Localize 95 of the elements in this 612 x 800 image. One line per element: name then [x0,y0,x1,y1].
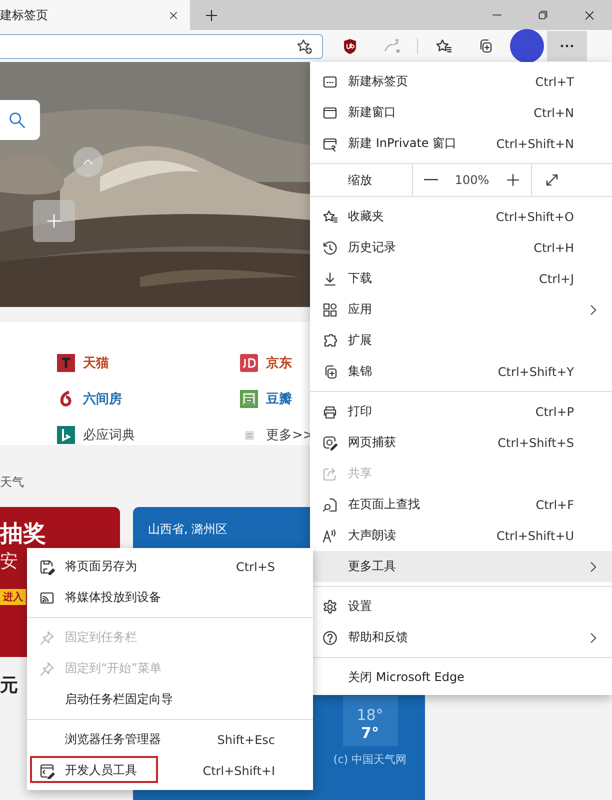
scroll-up-button[interactable] [73,147,103,177]
logo-icon [57,354,75,372]
fullscreen-icon [544,172,560,188]
menu-item[interactable]: 帮助和反馈 [310,622,612,653]
shortcut-label: Ctrl+J [539,272,574,286]
menu-item[interactable]: 集锦 Ctrl+Shift+Y [310,356,612,387]
weather-location: 山西省, 潞州区 [148,521,228,538]
promo-badge: 进入 [0,589,26,605]
search-button[interactable] [0,100,40,140]
shortcut-label: Ctrl+Shift+O [496,210,574,224]
puzzle-icon [322,332,338,348]
shortcut-label: Ctrl+S [236,560,275,574]
cast-icon [39,590,55,606]
menu-item[interactable]: 新建窗口 Ctrl+N [310,97,612,128]
printer-icon [322,404,338,420]
shortcut-label: Ctrl+Shift+S [498,436,574,450]
shortcut-label: Ctrl+H [534,240,574,254]
quick-link[interactable]: 豆瓣 [240,390,292,408]
menu-item[interactable]: 网页捕获 Ctrl+Shift+S [310,427,612,458]
history-icon [322,240,338,256]
weather-source: (c) 中国天气网 [333,752,407,767]
shortcut-label: Ctrl+P [535,404,574,418]
menu-item[interactable]: 浏览器任务管理器 Shift+Esc [27,724,313,755]
menu-item[interactable]: 新建标签页 Ctrl+T [310,66,612,97]
find-icon [322,496,338,512]
shortcut-label: Ctrl+Shift+Y [498,364,574,378]
menu-item[interactable]: 启动任务栏固定向导 [27,684,313,715]
menu-item[interactable]: 打印 Ctrl+P [310,396,612,427]
close-icon [168,10,178,20]
quick-link[interactable]: 京东 [240,354,292,372]
add-shortcut-button[interactable] [33,200,75,242]
quick-link[interactable]: 天猫 [57,354,109,372]
pin-icon [39,660,55,676]
plus-icon [505,172,521,188]
share-icon [322,466,338,482]
quick-link[interactable]: 六间房 [57,390,122,408]
address-field[interactable] [0,34,323,58]
menu-item[interactable]: 大声朗读 Ctrl+Shift+U [310,520,612,551]
devtools-icon [39,762,55,778]
browser-tab[interactable]: 建标签页 [0,0,190,30]
shortcut-label: Ctrl+Shift+U [496,528,574,542]
more-icon [560,44,574,48]
settings-icon [322,598,338,614]
low-temperature: 7° [361,724,379,742]
shortcut-label: Ctrl+Shift+N [496,136,574,150]
plus-icon [45,212,63,230]
shield-icon [342,38,358,54]
shortcut-label: Ctrl+T [535,74,574,88]
promo-caption: 元 [0,674,19,697]
zoom-level: 100% [454,172,490,189]
tab-icon [322,74,338,90]
logo-icon [240,354,258,372]
menu-item[interactable]: 将页面另存为 Ctrl+S [27,551,313,582]
quick-link[interactable]: 必应词典 [57,426,135,444]
pin-icon [39,630,55,646]
read-aloud-icon [322,528,338,544]
menu-item[interactable]: 将媒体投放到设备 [27,582,313,613]
translate-icon [383,38,401,54]
menu-item[interactable]: 扩展 [310,325,612,356]
shortcut-label: Ctrl+Shift+I [202,764,275,778]
tab-title: 建标签页 [0,6,48,24]
zoom-label: 缩放 [347,172,373,188]
promo-subtitle: 安 [0,551,18,573]
menu-item[interactable]: 设置 [310,591,612,622]
window-icon [322,104,338,120]
apps-icon [322,302,338,318]
high-temperature: 18° [356,706,384,724]
restore-icon [537,9,549,21]
menu-item[interactable]: 收藏夹 Ctrl+Shift+O [310,201,612,232]
plus-icon [204,8,218,22]
screenshot-icon [322,434,338,450]
menu-item[interactable]: 更多工具 [310,551,612,582]
section-heading: 天气 [0,474,24,490]
search-icon [8,111,26,129]
favorites-icon [322,208,338,224]
menu-item[interactable]: 应用 [310,294,612,325]
favorites-icon [434,38,452,54]
minus-icon [424,179,438,181]
menu-item[interactable]: 开发人员工具 Ctrl+Shift+I [27,755,313,786]
menu-item[interactable]: 历史记录 Ctrl+H [310,232,612,263]
shortcut-label: Ctrl+N [534,106,574,120]
logo-icon [240,390,258,408]
download-icon [322,270,338,286]
shortcut-label: Ctrl+F [536,498,574,512]
help-icon [322,630,338,646]
menu-item[interactable]: 新建 InPrivate 窗口 Ctrl+Shift+N [310,128,612,159]
menu-item[interactable]: 下载 Ctrl+J [310,263,612,294]
save-icon [39,558,55,574]
profile-avatar[interactable] [510,29,544,63]
close-icon [582,8,596,22]
shortcut-label: Shift+Esc [217,732,275,746]
private-window-icon [322,136,338,152]
menu-item[interactable]: 在页面上查找 Ctrl+F [310,489,612,520]
menu-item[interactable]: 关闭 Microsoft Edge [310,662,612,693]
star-plus-icon [296,38,312,54]
